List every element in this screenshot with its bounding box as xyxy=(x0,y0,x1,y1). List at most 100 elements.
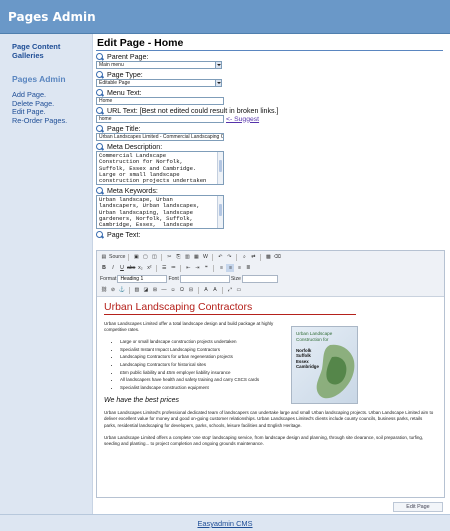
size-label: Size xyxy=(230,276,241,282)
scrollbar[interactable] xyxy=(217,152,223,184)
toolbar-separator xyxy=(161,253,163,261)
preview-icon[interactable]: ◫ xyxy=(150,253,158,261)
page-type-value: Editable Page xyxy=(99,80,131,86)
replace-icon[interactable]: ⇄ xyxy=(249,253,257,261)
special-char-icon[interactable]: Ω xyxy=(178,286,186,294)
toolbar-separator xyxy=(128,253,130,261)
source-icon[interactable]: ▤ xyxy=(100,253,108,261)
content-heading-rule xyxy=(104,314,356,315)
new-page-icon[interactable]: ▢ xyxy=(141,253,149,261)
horizontal-rule-icon[interactable]: ― xyxy=(160,286,168,294)
toolbar-separator xyxy=(180,264,182,272)
indent-icon[interactable]: ⇥ xyxy=(193,264,201,272)
bold-icon[interactable]: B xyxy=(100,264,108,272)
sidebar: Page Content Galleries Pages Admin Add P… xyxy=(0,34,93,514)
editor-content-area[interactable]: Urban Landscaping Contractors Urban Land… xyxy=(104,301,438,495)
chevron-down-icon xyxy=(215,80,221,86)
link-icon[interactable]: ⛓ xyxy=(100,286,108,294)
parent-page-label: Parent Page: xyxy=(107,52,149,61)
scrollbar-thumb[interactable] xyxy=(219,204,222,216)
map-title: Urban Landscape Construction for xyxy=(296,331,333,342)
menu-text-label-row: Menu Text: xyxy=(96,88,445,97)
page-type-select[interactable]: Editable Page xyxy=(96,79,222,87)
meta-description-textarea[interactable]: Commercial Landscape Construction for No… xyxy=(96,151,224,185)
meta-description-label-row: Meta Description: xyxy=(96,142,445,151)
app-header: Pages Admin xyxy=(0,0,450,34)
outdent-icon[interactable]: ⇤ xyxy=(184,264,192,272)
align-right-icon[interactable]: ≡ xyxy=(235,264,243,272)
paste-word-icon[interactable]: W xyxy=(201,253,209,261)
scrollbar[interactable] xyxy=(217,196,223,228)
subscript-icon[interactable]: x₂ xyxy=(136,264,144,272)
superscript-icon[interactable]: x² xyxy=(145,264,153,272)
remove-format-icon[interactable]: ⌫ xyxy=(273,253,281,261)
footer-cms-link[interactable]: Easyadmin CMS xyxy=(0,519,450,528)
help-magnifier-icon[interactable] xyxy=(96,106,104,115)
smiley-icon[interactable]: ☺ xyxy=(169,286,177,294)
toolbar-separator xyxy=(236,253,238,261)
help-magnifier-icon[interactable] xyxy=(96,142,104,151)
sidebar-link-galleries[interactable]: Galleries xyxy=(12,51,60,60)
page-title-input[interactable]: Urban Landscapes Limited - Commercial La… xyxy=(96,133,224,141)
scrollbar-thumb[interactable] xyxy=(219,160,222,172)
help-magnifier-icon[interactable] xyxy=(96,124,104,133)
help-magnifier-icon[interactable] xyxy=(96,230,104,239)
paste-icon[interactable]: ▥ xyxy=(183,253,191,261)
list-item: Landscaping Contractors for urban regene… xyxy=(120,353,298,361)
toolbar-separator xyxy=(222,286,223,294)
help-magnifier-icon[interactable] xyxy=(96,70,104,79)
help-magnifier-icon[interactable] xyxy=(96,186,104,195)
unlink-icon[interactable]: ⊘ xyxy=(109,286,117,294)
select-all-icon[interactable]: ▩ xyxy=(264,253,272,261)
save-icon[interactable]: ▣ xyxy=(132,253,140,261)
undo-icon[interactable]: ↶ xyxy=(216,253,224,261)
format-select[interactable]: Heading 1 xyxy=(117,275,168,283)
maximize-icon[interactable]: ⤢ xyxy=(226,286,234,294)
font-select[interactable] xyxy=(179,275,230,283)
meta-description-value: Commercial Landscape Construction for No… xyxy=(99,152,207,185)
list-item: £5m public liability and £5m employer li… xyxy=(120,369,298,377)
background-color-icon[interactable]: A xyxy=(211,286,219,294)
source-button[interactable]: Source xyxy=(109,253,125,261)
numbered-list-icon[interactable]: ☰ xyxy=(160,264,168,272)
list-item: All landscapers have health and safety t… xyxy=(120,376,298,384)
sidebar-link-page-content[interactable]: Page Content xyxy=(12,42,60,51)
show-blocks-icon[interactable]: ▭ xyxy=(235,286,243,294)
flash-icon[interactable]: ◪ xyxy=(142,286,150,294)
help-magnifier-icon[interactable] xyxy=(96,88,104,97)
parent-page-select[interactable]: Main menu xyxy=(96,61,222,69)
url-text-input[interactable]: home xyxy=(96,115,224,123)
meta-keywords-textarea[interactable]: Urban landscape, Urban landscapers, Urba… xyxy=(96,195,224,229)
size-select[interactable] xyxy=(241,275,278,283)
image-icon[interactable]: ▨ xyxy=(133,286,141,294)
italic-icon[interactable]: I xyxy=(109,264,117,272)
align-justify-icon[interactable]: ≣ xyxy=(244,264,252,272)
underline-icon[interactable]: U xyxy=(118,264,126,272)
sidebar-link-reorder-pages[interactable]: Re-Order Pages. xyxy=(12,116,67,126)
redo-icon[interactable]: ↷ xyxy=(225,253,233,261)
table-icon[interactable]: ⊞ xyxy=(151,286,159,294)
find-icon[interactable]: ⌕ xyxy=(240,253,248,261)
rich-text-editor[interactable]: ▤ Source ▣ ▢ ◫ ✂ ⎘ ▥ ▦ W ↶ ↷ ⌕ ⇄ ▩ ⌫ B I… xyxy=(96,250,445,498)
anchor-icon[interactable]: ⚓ xyxy=(118,286,126,294)
meta-description-label: Meta Description: xyxy=(107,142,163,151)
align-center-icon[interactable]: ≡ xyxy=(226,264,235,272)
text-color-icon[interactable]: A xyxy=(202,286,210,294)
page-break-icon[interactable]: ⊟ xyxy=(187,286,195,294)
help-magnifier-icon[interactable] xyxy=(96,52,104,61)
map-regions: Norfolk Suffolk Essex Cambridge xyxy=(296,348,319,370)
align-left-icon[interactable]: ≡ xyxy=(217,264,225,272)
meta-keywords-value: Urban landscape, Urban landscapers, Urba… xyxy=(99,196,200,229)
strikethrough-icon[interactable]: abc xyxy=(127,264,135,272)
blockquote-icon[interactable]: ❝ xyxy=(202,264,210,272)
bulleted-list-icon[interactable]: ≔ xyxy=(169,264,177,272)
list-item: Landscaping Contractors for historical s… xyxy=(120,361,298,369)
cut-icon[interactable]: ✂ xyxy=(165,253,173,261)
paste-text-icon[interactable]: ▦ xyxy=(192,253,200,261)
content-subheading: We have the best prices xyxy=(104,396,179,404)
suggest-link[interactable]: <- Suggest xyxy=(226,116,259,123)
edit-page-button[interactable]: Edit Page xyxy=(393,502,443,512)
menu-text-input[interactable]: Home xyxy=(96,97,224,105)
footer: Easyadmin CMS xyxy=(0,514,450,531)
copy-icon[interactable]: ⎘ xyxy=(174,253,182,261)
